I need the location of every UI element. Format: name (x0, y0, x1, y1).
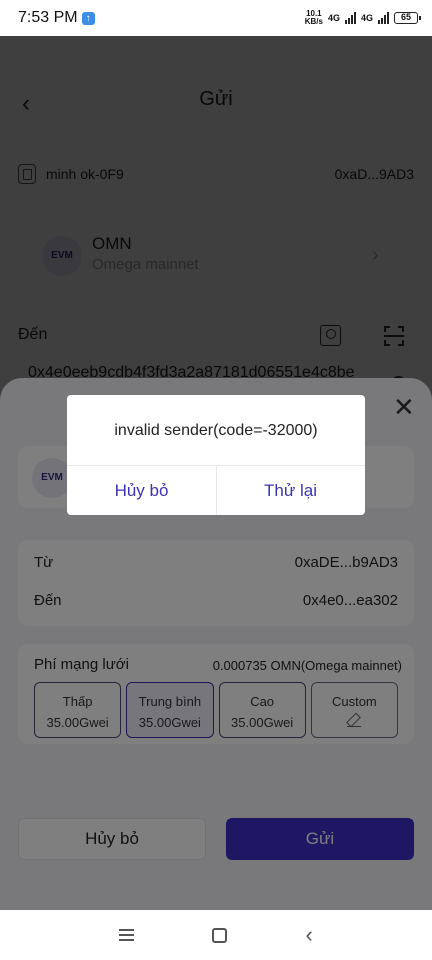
dialog-retry-button[interactable]: Thử lại (216, 466, 365, 515)
error-dialog: invalid sender(code=-32000) Hủy bỏ Thử l… (67, 395, 365, 515)
dialog-message: invalid sender(code=-32000) (114, 422, 318, 439)
network-speed: 10.1 KB/s (304, 9, 323, 26)
signal-icon-2 (378, 12, 389, 24)
menu-icon[interactable] (119, 929, 135, 941)
dialog-cancel-button[interactable]: Hủy bỏ (67, 466, 216, 515)
screen: 7:53 PM ↑ 10.1 KB/s 4G 4G 65 ‹ Gửi minh … (0, 0, 432, 960)
network-type-2: 4G (360, 13, 373, 23)
app-notification-icon: ↑ (81, 11, 95, 25)
back-nav-icon[interactable]: ‹ (306, 924, 313, 946)
home-icon[interactable] (212, 927, 228, 943)
status-bar: 7:53 PM ↑ 10.1 KB/s 4G 4G 65 (0, 0, 432, 36)
status-time: 7:53 PM (18, 9, 78, 26)
status-indicators: 10.1 KB/s 4G 4G 65 (304, 9, 421, 26)
battery-icon: 65 (394, 12, 421, 24)
signal-icon (344, 12, 356, 24)
system-nav-bar: ‹ (0, 910, 432, 960)
network-type-1: 4G (327, 13, 340, 23)
